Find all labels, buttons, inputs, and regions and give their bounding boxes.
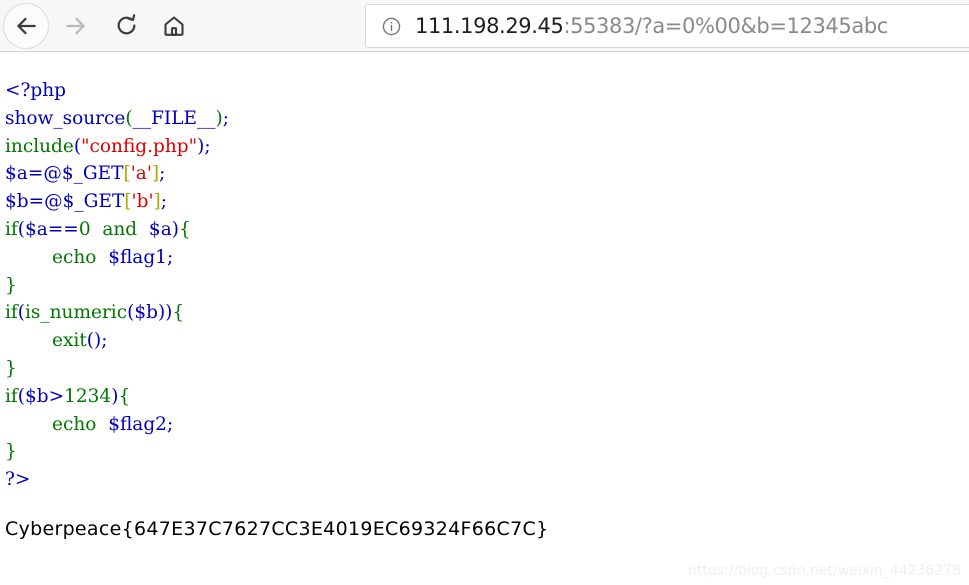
code-line: show_source(__FILE__); (5, 108, 229, 129)
code-token: { (118, 385, 131, 407)
code-token: ; (222, 107, 229, 129)
code-line: } (5, 441, 17, 462)
code-token: ; (166, 413, 174, 435)
url-text: 111.198.29.45:55383/?a=0%00&b=12345abc (415, 13, 888, 38)
page-content: <?php show_source(__FILE__); include("co… (0, 53, 969, 585)
code-token: $a (5, 163, 28, 185)
code-token: ( (17, 218, 25, 240)
code-token: [ (124, 191, 132, 213)
code-token: ; (159, 163, 166, 185)
code-line: if($a==0 and $a){ (5, 219, 191, 240)
url-bar[interactable]: 111.198.29.45:55383/?a=0%00&b=12345abc (365, 4, 969, 48)
code-token: $b (24, 385, 49, 407)
code-token: ( (17, 302, 25, 324)
code-token: exit (52, 330, 87, 352)
code-token: ; (204, 135, 211, 157)
code-token: $flag2 (108, 413, 167, 435)
browser-toolbar: 111.198.29.45:55383/?a=0%00&b=12345abc (0, 0, 969, 52)
code-line: include("config.php"); (5, 136, 211, 157)
code-token: ) (171, 218, 179, 240)
code-token: 'a' (130, 163, 152, 185)
code-line: ?> (5, 469, 30, 490)
code-token: )) (157, 302, 173, 324)
forward-button[interactable] (53, 3, 99, 49)
code-token: ( (17, 385, 25, 407)
code-token: and (102, 218, 138, 240)
code-token: __FILE__ (132, 107, 216, 129)
code-token: echo (52, 413, 97, 435)
url-path-query: :55383/?a=0%00&b=12345abc (563, 13, 888, 38)
code-token: $_GET (62, 191, 125, 213)
code-token: > (48, 385, 65, 407)
reload-icon (114, 13, 139, 38)
php-source-code: <?php show_source(__FILE__); include("co… (5, 77, 229, 494)
code-token: show_source (5, 107, 126, 129)
code-token: "config.php" (81, 135, 198, 157)
code-line: if($b>1234){ (5, 386, 130, 407)
code-line: echo $flag1; (5, 247, 173, 268)
code-token: () (86, 330, 102, 352)
code-token: $b (5, 191, 29, 213)
code-token: { (178, 218, 191, 240)
code-token: } (5, 274, 17, 296)
code-token: if (5, 385, 18, 407)
code-token: ; (166, 246, 174, 268)
code-line: exit(); (5, 330, 107, 351)
code-token: ?> (5, 469, 31, 491)
home-icon (162, 14, 186, 38)
code-line: <?php (5, 80, 66, 101)
code-token: 0 (78, 218, 91, 240)
code-token: $b (134, 302, 158, 324)
code-token: =@ (27, 163, 62, 185)
code-token: ; (160, 191, 167, 213)
code-token: == (47, 218, 79, 240)
code-line: } (5, 275, 17, 296)
code-line: if(is_numeric($b)){ (5, 302, 184, 323)
code-token: $flag1 (108, 246, 167, 268)
code-token: [ (123, 163, 131, 185)
forward-arrow-icon (63, 13, 89, 39)
code-token: } (5, 357, 17, 379)
code-token: echo (52, 246, 97, 268)
code-token: $a (24, 218, 48, 240)
code-token: { (172, 302, 185, 324)
blog-watermark: https://blog.csdn.net/weixin_44236278 (687, 563, 961, 579)
code-token: ( (73, 135, 82, 157)
code-line: } (5, 358, 17, 379)
code-token: $a (148, 218, 172, 240)
reload-button[interactable] (103, 3, 149, 49)
code-line: $a=@$_GET['a']; (5, 163, 165, 184)
flag-output: Cyberpeace{647E37C7627CC3E4019EC69324F66… (5, 518, 549, 540)
code-token: 'b' (131, 191, 154, 213)
home-button[interactable] (151, 3, 197, 49)
code-token: <?php (5, 80, 67, 101)
code-token: if (5, 302, 18, 324)
code-token: if (5, 218, 18, 240)
code-token: ; (101, 330, 108, 352)
code-token: =@ (28, 191, 63, 213)
code-token: ] (153, 191, 161, 213)
code-token: 1234 (64, 385, 112, 407)
url-host: 111.198.29.45 (415, 13, 564, 38)
code-line: $b=@$_GET['b']; (5, 191, 167, 212)
code-token: ) (215, 107, 223, 129)
code-line: echo $flag2; (5, 414, 173, 435)
code-token: is_numeric (24, 302, 128, 324)
code-token: } (5, 441, 17, 463)
back-arrow-icon (13, 13, 39, 39)
code-token: include (5, 135, 74, 157)
code-token: $_GET (61, 163, 124, 185)
back-button[interactable] (3, 2, 49, 49)
code-token: ( (125, 107, 133, 129)
info-circle-icon[interactable] (380, 15, 402, 37)
